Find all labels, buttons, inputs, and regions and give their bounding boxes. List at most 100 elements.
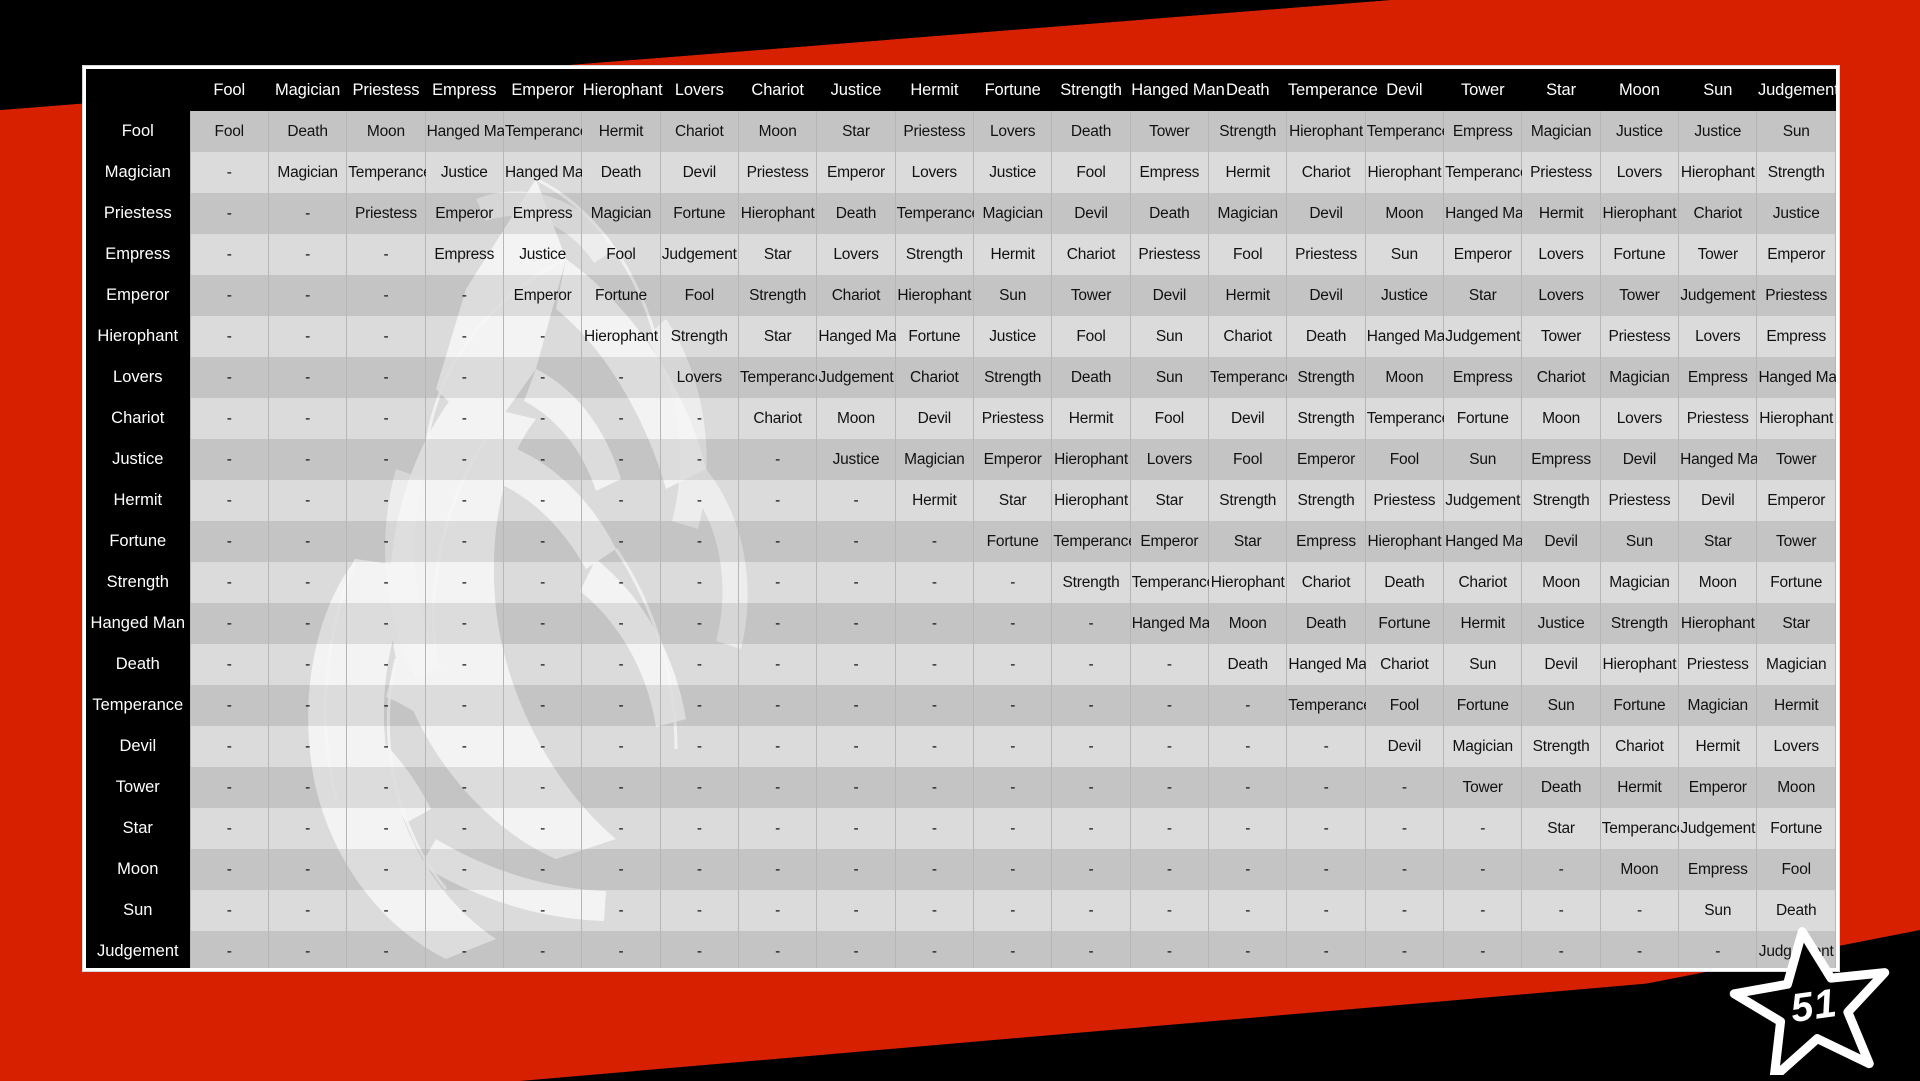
table-row: Star - - - - - - - - - - - - - - - - - Star Temperance Judge… <box>86 808 1836 849</box>
fusion-cell: - <box>581 480 661 521</box>
fusion-cell: Hermit <box>1208 275 1288 316</box>
fusion-cell: - <box>424 931 504 968</box>
table-row: Priestess - - Priestess Emperor Empress Magici… <box>86 193 1836 234</box>
fusion-cell: Star <box>816 111 896 152</box>
fusion-cell: Chariot <box>1521 357 1601 398</box>
fusion-cell: - <box>581 767 661 808</box>
fusion-cell: - <box>502 439 583 480</box>
fusion-cell: Moon <box>816 398 896 439</box>
fusion-cell: Hanged Man <box>1443 193 1532 234</box>
fusion-cell: Chariot <box>1364 644 1445 685</box>
table-row: Sun - - - - - - - - - - - - - - - - - - - Sun Death <box>86 890 1836 931</box>
fusion-cell: - <box>972 808 1053 849</box>
fusion-cell: - <box>894 726 975 767</box>
fusion-cell: - <box>581 890 661 931</box>
fusion-cell: Fool <box>1051 152 1131 193</box>
fusion-cell: Star <box>1443 275 1523 316</box>
fusion-cell: Fool <box>1208 234 1288 275</box>
fusion-cell: - <box>972 644 1053 685</box>
table-row: Tower - - - - - - - - - - - - - - - - Tower Death Hermit Emp… <box>86 767 1836 808</box>
fusion-cell: - <box>267 398 348 439</box>
fusion-cell: - <box>659 808 739 849</box>
fusion-cell: Temperance <box>1443 152 1529 193</box>
fusion-cell: Hierophant <box>1599 644 1680 685</box>
fusion-cell: Empress <box>1756 316 1836 357</box>
fusion-cell: Fool <box>189 111 269 152</box>
fusion-cell: Sun <box>972 275 1053 316</box>
column-header-tower: Tower <box>1443 69 1522 111</box>
fusion-cell: - <box>1521 890 1601 931</box>
fusion-cell: Strength <box>1521 726 1601 767</box>
fusion-cell: Fortune <box>581 275 661 316</box>
fusion-cell: Chariot <box>659 111 739 152</box>
chart-panel: Fool Magician Priestess Empress Emperor Hiero… <box>86 69 1836 968</box>
fusion-cell: - <box>267 685 348 726</box>
column-header-fortune: Fortune <box>973 69 1052 111</box>
fusion-cell: - <box>189 931 269 968</box>
fusion-cell: - <box>581 398 661 439</box>
table-row: Hanged Man - - - - - - - - - - - - Hanged Man Moon Deat… <box>86 603 1836 644</box>
fusion-cell: - <box>346 439 426 480</box>
column-header-justice: Justice <box>816 69 896 111</box>
fusion-cell: - <box>816 890 896 931</box>
fusion-cell: - <box>189 398 269 439</box>
fusion-cell: - <box>346 726 426 767</box>
fusion-cell: - <box>1129 644 1210 685</box>
fusion-cell: Fortune <box>659 193 739 234</box>
fusion-cell: Death <box>1521 767 1601 808</box>
fusion-cell: Lovers <box>894 152 975 193</box>
table-row: Hierophant - - - - - Hierophant Strength Star Han… <box>86 316 1836 357</box>
fusion-cell: Hermit <box>1443 603 1523 644</box>
fusion-cell: Lovers <box>1599 152 1680 193</box>
fusion-cell: - <box>267 603 348 644</box>
table-row: Fool Fool Death Moon Hanged Man Temperance Her… <box>86 111 1836 152</box>
fusion-cell: Priestess <box>1521 152 1601 193</box>
fusion-cell: Moon <box>1364 193 1445 234</box>
fusion-cell: - <box>894 767 975 808</box>
fusion-cell: Devil <box>1051 193 1131 234</box>
fusion-cell: - <box>1129 890 1210 931</box>
fusion-cell: - <box>737 644 818 685</box>
fusion-cell: - <box>424 849 504 890</box>
fusion-cell: Hermit <box>1599 767 1680 808</box>
fusion-cell: Devil <box>1521 644 1601 685</box>
fusion-cell: - <box>894 890 975 931</box>
fusion-cell: Emperor <box>816 152 896 193</box>
fusion-cell: - <box>659 562 739 603</box>
fusion-cell: - <box>267 357 348 398</box>
fusion-cell: Hermit <box>894 480 975 521</box>
fusion-cell: Fool <box>1756 849 1836 890</box>
fusion-cell: Tower <box>1521 316 1601 357</box>
fusion-cell: - <box>267 767 348 808</box>
fusion-cell: Fool <box>1051 316 1131 357</box>
fusion-cell: Hanged Man <box>1443 521 1532 562</box>
fusion-cell: Hierophant <box>1678 152 1758 193</box>
fusion-cell: - <box>189 644 269 685</box>
fusion-cell: Moon <box>1208 603 1288 644</box>
fusion-cell: Priestess <box>737 152 818 193</box>
column-header-chariot: Chariot <box>738 69 817 111</box>
fusion-cell: Judgement <box>1678 808 1758 849</box>
fusion-cell: - <box>581 931 661 968</box>
fusion-cell: - <box>1129 767 1210 808</box>
fusion-cell: - <box>737 562 818 603</box>
row-header-devil: Devil <box>86 726 191 767</box>
fusion-cell: Emperor <box>972 439 1053 480</box>
fusion-cell: - <box>1129 726 1210 767</box>
fusion-cell: Fortune <box>972 521 1053 562</box>
fusion-cell: Fortune <box>1443 685 1523 726</box>
fusion-cell: Chariot <box>1678 193 1758 234</box>
column-header-strength: Strength <box>1051 69 1131 111</box>
fusion-cell: Devil <box>1599 439 1680 480</box>
row-header-emperor: Emperor <box>86 275 191 316</box>
fusion-cell: Chariot <box>1051 234 1131 275</box>
fusion-cell: Fortune <box>1599 234 1680 275</box>
table-row: Temperance - - - - - - - - - - - - - - Temperance Fool Fo… <box>86 685 1836 726</box>
fusion-cell: - <box>346 357 426 398</box>
fusion-cell: Strength <box>972 357 1053 398</box>
fusion-cell: Temperance <box>346 152 432 193</box>
fusion-cell: Chariot <box>1286 562 1366 603</box>
fusion-cell: - <box>502 767 583 808</box>
fusion-cell: - <box>816 726 896 767</box>
fusion-cell: Temperance <box>1364 111 1450 152</box>
